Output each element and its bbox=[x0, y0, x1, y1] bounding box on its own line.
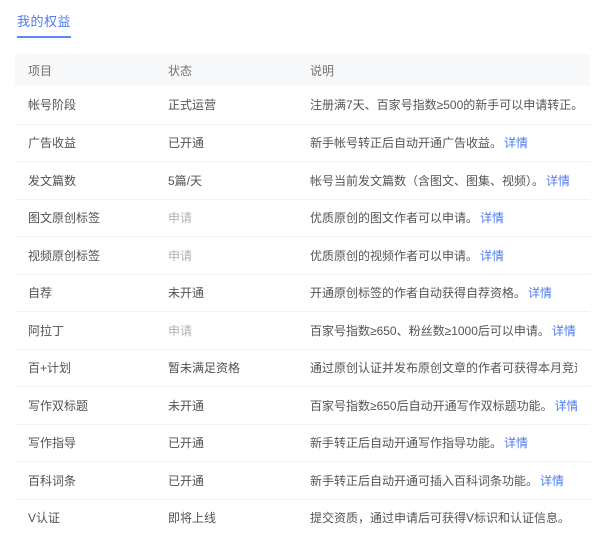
row-status: 已开通 bbox=[168, 472, 310, 489]
row-status: 申请 bbox=[168, 247, 310, 264]
row-description-text: 新手转正后自动开通可插入百科词条功能。 bbox=[310, 474, 538, 488]
row-description: 帐号当前发文篇数（含图文、图集、视频）。详情 bbox=[310, 172, 577, 189]
detail-link[interactable]: 详情 bbox=[504, 136, 528, 150]
my-rights-page: 我的权益 项目 状态 说明 帐号阶段 正式运营 注册满7天、百家号指数≥500的… bbox=[0, 0, 600, 531]
row-item-name: 百+计划 bbox=[28, 359, 168, 376]
row-status: 5篇/天 bbox=[168, 172, 310, 189]
table-row: 发文篇数 5篇/天 帐号当前发文篇数（含图文、图集、视频）。详情 bbox=[15, 161, 590, 199]
detail-link[interactable]: 详情 bbox=[540, 474, 564, 488]
row-description-text: 注册满7天、百家号指数≥500的新手可以申请转正。 bbox=[310, 98, 577, 112]
row-item-name: 发文篇数 bbox=[28, 172, 168, 189]
row-item-name: 写作双标题 bbox=[28, 397, 168, 414]
row-description: 注册满7天、百家号指数≥500的新手可以申请转正。详情 bbox=[310, 96, 577, 113]
table-row: 写作指导 已开通 新手转正后自动开通写作指导功能。详情 bbox=[15, 424, 590, 462]
row-status: 即将上线 bbox=[168, 509, 310, 526]
row-description-text: 新手帐号转正后自动开通广告收益。 bbox=[310, 136, 502, 150]
row-description-text: 帐号当前发文篇数（含图文、图集、视频）。 bbox=[310, 174, 544, 188]
column-header-description: 说明 bbox=[310, 62, 577, 79]
row-description-text: 优质原创的图文作者可以申请。 bbox=[310, 211, 478, 225]
table-header-row: 项目 状态 说明 bbox=[15, 54, 590, 86]
table-row: 帐号阶段 正式运营 注册满7天、百家号指数≥500的新手可以申请转正。详情 bbox=[15, 86, 590, 124]
row-item-name: V认证 bbox=[28, 509, 168, 526]
row-item-name: 百科词条 bbox=[28, 472, 168, 489]
row-description-text: 百家号指数≥650、粉丝数≥1000后可以申请。 bbox=[310, 324, 550, 338]
table-row: V认证 即将上线 提交资质，通过申请后可获得V标识和认证信息。 bbox=[15, 499, 590, 536]
detail-link[interactable]: 详情 bbox=[504, 436, 528, 450]
detail-link[interactable]: 详情 bbox=[480, 211, 504, 225]
row-description-text: 优质原创的视频作者可以申请。 bbox=[310, 249, 478, 263]
table-row: 写作双标题 未开通 百家号指数≥650后自动开通写作双标题功能。详情 bbox=[15, 386, 590, 424]
row-item-name: 写作指导 bbox=[28, 434, 168, 451]
table-row: 图文原创标签 申请 优质原创的图文作者可以申请。详情 bbox=[15, 199, 590, 237]
tab-bar: 我的权益 bbox=[0, 0, 600, 38]
detail-link[interactable]: 详情 bbox=[480, 249, 504, 263]
row-status: 已开通 bbox=[168, 434, 310, 451]
row-description-text: 通过原创认证并发布原创文章的作者可获得本月竞速资格。 bbox=[310, 361, 577, 375]
detail-link[interactable]: 详情 bbox=[528, 286, 552, 300]
row-status: 已开通 bbox=[168, 134, 310, 151]
column-header-status: 状态 bbox=[168, 62, 310, 79]
row-description: 优质原创的视频作者可以申请。详情 bbox=[310, 247, 577, 264]
detail-link[interactable]: 详情 bbox=[555, 399, 577, 413]
table-row: 自荐 未开通 开通原创标签的作者自动获得自荐资格。详情 bbox=[15, 274, 590, 312]
row-item-name: 阿拉丁 bbox=[28, 322, 168, 339]
row-description: 开通原创标签的作者自动获得自荐资格。详情 bbox=[310, 284, 577, 301]
table-row: 广告收益 已开通 新手帐号转正后自动开通广告收益。详情 bbox=[15, 124, 590, 162]
row-description-text: 百家号指数≥650后自动开通写作双标题功能。 bbox=[310, 399, 553, 413]
row-description-text: 开通原创标签的作者自动获得自荐资格。 bbox=[310, 286, 526, 300]
table-row: 视频原创标签 申请 优质原创的视频作者可以申请。详情 bbox=[15, 236, 590, 274]
tab-my-rights[interactable]: 我的权益 bbox=[17, 11, 71, 38]
row-description-text: 新手转正后自动开通写作指导功能。 bbox=[310, 436, 502, 450]
row-status: 申请 bbox=[168, 322, 310, 339]
row-status: 未开通 bbox=[168, 397, 310, 414]
row-item-name: 帐号阶段 bbox=[28, 96, 168, 113]
row-item-name: 图文原创标签 bbox=[28, 209, 168, 226]
row-description: 新手转正后自动开通可插入百科词条功能。详情 bbox=[310, 472, 577, 489]
table-row: 阿拉丁 申请 百家号指数≥650、粉丝数≥1000后可以申请。详情 bbox=[15, 311, 590, 349]
row-description: 提交资质，通过申请后可获得V标识和认证信息。 bbox=[310, 509, 577, 526]
table-row: 百+计划 暂未满足资格 通过原创认证并发布原创文章的作者可获得本月竞速资格。详情 bbox=[15, 349, 590, 387]
row-item-name: 自荐 bbox=[28, 284, 168, 301]
row-description: 百家号指数≥650后自动开通写作双标题功能。详情 bbox=[310, 397, 577, 414]
row-description: 百家号指数≥650、粉丝数≥1000后可以申请。详情 bbox=[310, 322, 577, 339]
row-status: 未开通 bbox=[168, 284, 310, 301]
row-status: 暂未满足资格 bbox=[168, 359, 310, 376]
row-item-name: 视频原创标签 bbox=[28, 247, 168, 264]
row-description-text: 提交资质，通过申请后可获得V标识和认证信息。 bbox=[310, 511, 570, 525]
row-status: 申请 bbox=[168, 209, 310, 226]
row-description: 通过原创认证并发布原创文章的作者可获得本月竞速资格。详情 bbox=[310, 359, 577, 376]
row-description: 新手转正后自动开通写作指导功能。详情 bbox=[310, 434, 577, 451]
column-header-item: 项目 bbox=[28, 62, 168, 79]
row-description: 新手帐号转正后自动开通广告收益。详情 bbox=[310, 134, 577, 151]
detail-link[interactable]: 详情 bbox=[552, 324, 576, 338]
row-item-name: 广告收益 bbox=[28, 134, 168, 151]
rights-table: 项目 状态 说明 帐号阶段 正式运营 注册满7天、百家号指数≥500的新手可以申… bbox=[15, 54, 590, 536]
table-row: 百科词条 已开通 新手转正后自动开通可插入百科词条功能。详情 bbox=[15, 461, 590, 499]
table-body: 帐号阶段 正式运营 注册满7天、百家号指数≥500的新手可以申请转正。详情 广告… bbox=[15, 86, 590, 536]
row-status: 正式运营 bbox=[168, 96, 310, 113]
detail-link[interactable]: 详情 bbox=[546, 174, 570, 188]
row-description: 优质原创的图文作者可以申请。详情 bbox=[310, 209, 577, 226]
